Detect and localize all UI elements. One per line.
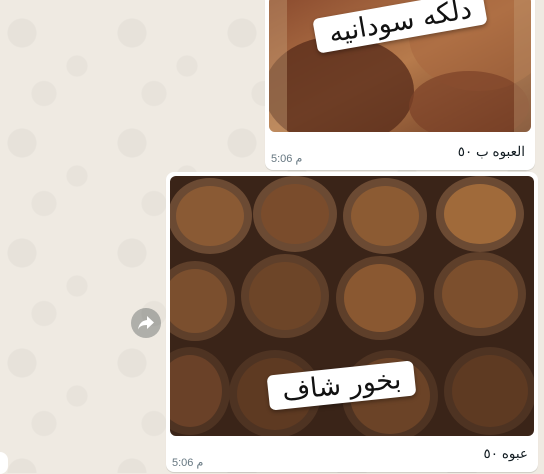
message-image-dilka[interactable]: دلكه سودانيه — [269, 0, 531, 132]
forward-arrow-icon — [138, 316, 154, 330]
message-caption: عبوه ٥٠ — [483, 446, 528, 461]
message-bubble-1[interactable]: دلكه سودانيه العبوه ب ٥٠ 5:06 م — [265, 0, 535, 170]
message-timestamp: 5:06 م — [271, 153, 303, 165]
forward-button[interactable] — [131, 308, 161, 338]
message-bubble-2[interactable]: بخور شاف عبوه ٥٠ 5:06 م — [166, 172, 538, 472]
message-image-bukhoor[interactable]: بخور شاف — [170, 176, 534, 436]
message-timestamp: 5:06 م — [172, 457, 204, 469]
message-caption: العبوه ب ٥٠ — [457, 144, 525, 159]
